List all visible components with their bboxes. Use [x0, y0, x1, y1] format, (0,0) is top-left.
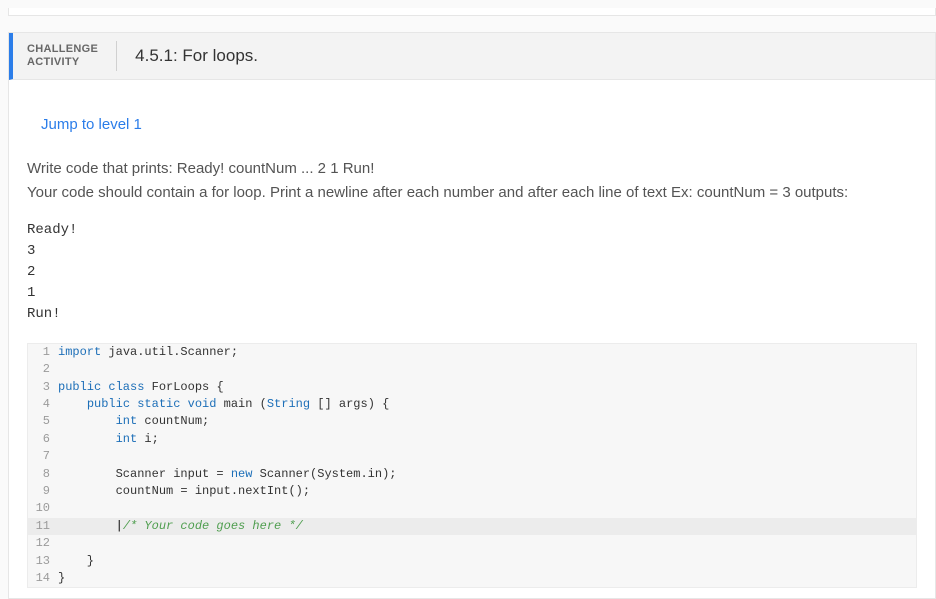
label-line-1: CHALLENGE [27, 43, 98, 56]
code-line[interactable]: 4 public static void main (String [] arg… [28, 396, 916, 413]
activity-title: 4.5.1: For loops. [135, 46, 258, 66]
code-line[interactable]: 10 [28, 500, 916, 517]
code-line[interactable]: 3public class ForLoops { [28, 379, 916, 396]
code-content[interactable]: |/* Your code goes here */ [58, 518, 916, 535]
challenge-activity-label: CHALLENGE ACTIVITY [27, 41, 117, 71]
code-content[interactable]: int countNum; [58, 413, 916, 430]
line-number: 14 [28, 570, 58, 587]
code-line[interactable]: 8 Scanner input = new Scanner(System.in)… [28, 466, 916, 483]
code-content[interactable] [58, 500, 916, 517]
code-content[interactable]: } [58, 553, 916, 570]
line-number: 11 [28, 518, 58, 535]
line-number: 7 [28, 448, 58, 465]
text-cursor: | [116, 519, 123, 533]
code-content[interactable] [58, 448, 916, 465]
line-number: 5 [28, 413, 58, 430]
code-line[interactable]: 7 [28, 448, 916, 465]
code-content[interactable]: countNum = input.nextInt(); [58, 483, 916, 500]
code-line[interactable]: 6 int i; [28, 431, 916, 448]
challenge-card: CHALLENGE ACTIVITY 4.5.1: For loops. Jum… [8, 32, 936, 599]
instructions: Write code that prints: Ready! countNum … [27, 157, 917, 204]
card-body: Jump to level 1 Write code that prints: … [9, 80, 935, 598]
code-line[interactable]: 14} [28, 570, 916, 587]
instruction-line-2: Your code should contain a for loop. Pri… [27, 181, 917, 204]
code-line[interactable]: 9 countNum = input.nextInt(); [28, 483, 916, 500]
line-number: 2 [28, 361, 58, 378]
line-number: 6 [28, 431, 58, 448]
card-header: CHALLENGE ACTIVITY 4.5.1: For loops. [9, 33, 935, 80]
line-number: 8 [28, 466, 58, 483]
line-number: 9 [28, 483, 58, 500]
previous-card-edge [8, 8, 936, 16]
line-number: 4 [28, 396, 58, 413]
code-content[interactable] [58, 361, 916, 378]
code-line[interactable]: 13 } [28, 553, 916, 570]
code-content[interactable]: import java.util.Scanner; [58, 344, 916, 361]
jump-to-level-link[interactable]: Jump to level 1 [27, 98, 917, 157]
code-content[interactable] [58, 535, 916, 552]
code-line[interactable]: 5 int countNum; [28, 413, 916, 430]
line-number: 13 [28, 553, 58, 570]
code-content[interactable]: Scanner input = new Scanner(System.in); [58, 466, 916, 483]
label-line-2: ACTIVITY [27, 56, 98, 69]
sample-output: Ready! 3 2 1 Run! [27, 220, 917, 325]
code-line[interactable]: 11 |/* Your code goes here */ [28, 518, 916, 535]
code-editor[interactable]: 1import java.util.Scanner;23public class… [27, 343, 917, 588]
code-content[interactable]: } [58, 570, 916, 587]
code-content[interactable]: public class ForLoops { [58, 379, 916, 396]
line-number: 1 [28, 344, 58, 361]
line-number: 12 [28, 535, 58, 552]
code-line[interactable]: 12 [28, 535, 916, 552]
instruction-line-1: Write code that prints: Ready! countNum … [27, 157, 917, 180]
code-content[interactable]: int i; [58, 431, 916, 448]
line-number: 3 [28, 379, 58, 396]
code-line[interactable]: 1import java.util.Scanner; [28, 344, 916, 361]
code-line[interactable]: 2 [28, 361, 916, 378]
line-number: 10 [28, 500, 58, 517]
code-content[interactable]: public static void main (String [] args)… [58, 396, 916, 413]
